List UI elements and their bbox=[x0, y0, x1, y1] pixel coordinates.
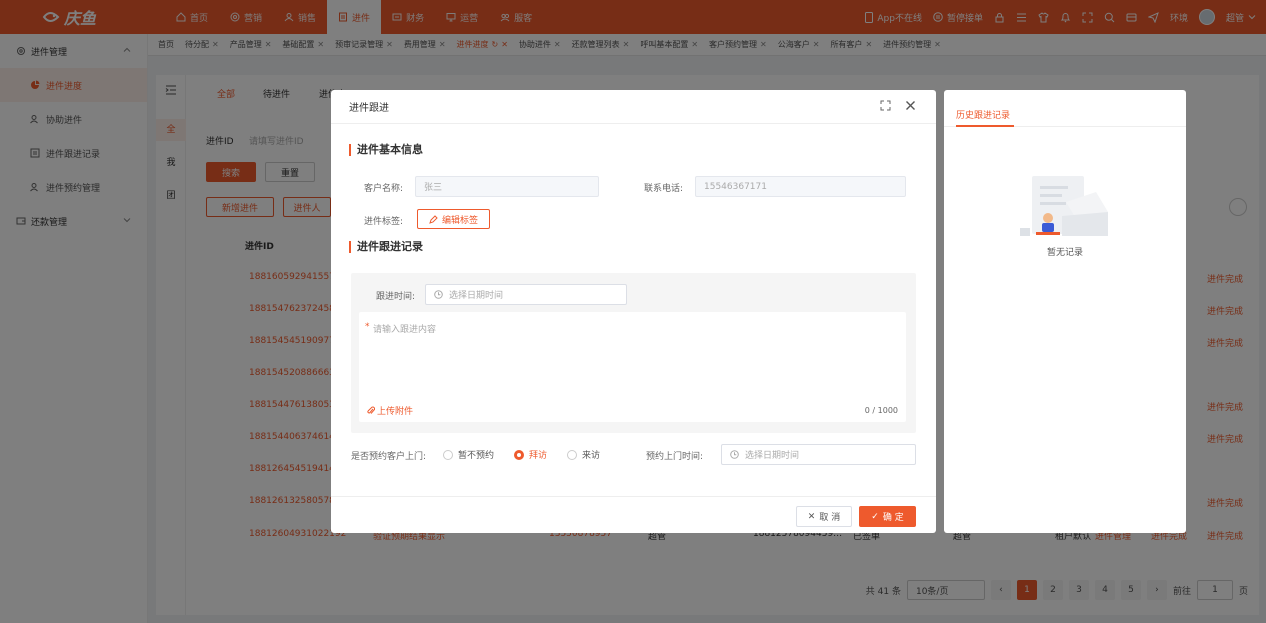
phone-label: 联系电话: bbox=[643, 184, 683, 194]
radio-circle bbox=[567, 449, 578, 460]
clock-icon bbox=[434, 290, 443, 299]
dialog-footer: ✕ 取 消 ✓ 确 定 bbox=[331, 496, 936, 533]
dialog-title: 进件跟进 bbox=[349, 103, 389, 114]
appointment-time-placeholder: 选择日期时间 bbox=[745, 451, 800, 461]
upload-label: 上传附件 bbox=[377, 407, 414, 417]
empty-text: 暂无记录 bbox=[1046, 248, 1083, 258]
radio-label: 暂不预约 bbox=[458, 451, 495, 461]
dialog-header: 进件跟进 bbox=[331, 90, 936, 124]
radio-label: 来访 bbox=[582, 451, 601, 461]
follow-record-form: 跟进时间: 选择日期时间 * 请输入跟进内容 上传附件 0 / 1000 bbox=[351, 273, 916, 433]
content-placeholder: 请输入跟进内容 bbox=[373, 325, 437, 335]
customer-name-field: 张三 bbox=[415, 176, 599, 197]
char-counter: 0 / 1000 bbox=[864, 406, 898, 415]
radio-circle bbox=[443, 449, 453, 460]
customer-name-label: 客户名称: bbox=[363, 184, 403, 194]
empty-records-illustration bbox=[1020, 176, 1108, 236]
section-basic-info: 进件基本信息 bbox=[349, 144, 423, 156]
radio-circle-checked bbox=[514, 449, 525, 460]
radio-visit[interactable]: 拜访 bbox=[514, 448, 547, 461]
cancel-button[interactable]: ✕ 取 消 bbox=[796, 506, 852, 527]
tab-active-indicator bbox=[956, 125, 1014, 127]
tab-history[interactable]: 历史跟进记录 bbox=[956, 108, 1010, 121]
edit-tags-button[interactable]: 编辑标签 bbox=[417, 209, 490, 229]
radio-label: 拜访 bbox=[529, 451, 548, 461]
confirm-button[interactable]: ✓ 确 定 bbox=[859, 506, 916, 527]
appointment-time-label: 预约上门时间: bbox=[646, 452, 704, 462]
check-icon: ✓ bbox=[871, 511, 879, 522]
tag-label: 进件标签: bbox=[363, 217, 403, 227]
paperclip-icon bbox=[367, 406, 375, 414]
upload-attachment-link[interactable]: 上传附件 bbox=[367, 404, 413, 417]
follow-time-placeholder: 选择日期时间 bbox=[449, 291, 504, 301]
appointment-time-picker[interactable]: 选择日期时间 bbox=[721, 444, 916, 465]
phone-field: 15546367171 bbox=[695, 176, 906, 197]
history-panel: 历史跟进记录 暂无记录 bbox=[944, 90, 1186, 533]
required-mark: * bbox=[365, 322, 370, 332]
pencil-icon bbox=[429, 214, 438, 224]
close-icon[interactable] bbox=[905, 100, 916, 111]
section-follow-record: 进件跟进记录 bbox=[349, 241, 423, 253]
radio-no-appointment[interactable]: 暂不预约 bbox=[443, 448, 494, 461]
clock-icon bbox=[730, 450, 739, 459]
appointment-radio-group: 暂不预约 拜访 来访 bbox=[443, 448, 600, 461]
confirm-label: 确 定 bbox=[882, 513, 904, 523]
appointment-label: 是否预约客户上门: bbox=[351, 452, 427, 462]
cancel-label: 取 消 bbox=[819, 513, 841, 523]
fullscreen-icon[interactable] bbox=[880, 100, 891, 111]
follow-time-label: 跟进时间: bbox=[375, 292, 415, 302]
follow-up-dialog: 进件跟进 进件基本信息 客户名称: 张三 联系电话: 15546367171 进… bbox=[331, 90, 936, 533]
x-icon: ✕ bbox=[807, 511, 816, 522]
edit-tags-label: 编辑标签 bbox=[441, 215, 478, 226]
dialog-controls bbox=[880, 100, 916, 111]
follow-time-picker[interactable]: 选择日期时间 bbox=[425, 284, 627, 305]
follow-content-textarea[interactable]: * 请输入跟进内容 上传附件 0 / 1000 bbox=[359, 312, 906, 422]
radio-come-visit[interactable]: 来访 bbox=[567, 448, 600, 461]
